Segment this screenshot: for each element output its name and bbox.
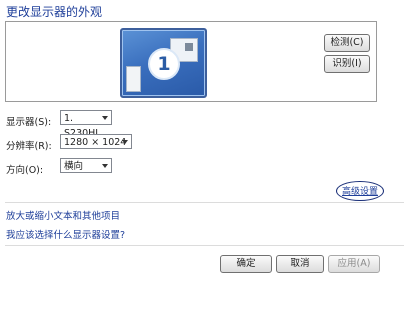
monitor-1-icon[interactable]: 1 [120,28,207,98]
orientation-select[interactable]: 横向 [60,158,112,173]
page-title: 更改显示器的外观 [6,5,103,19]
display-label: 显示器(S): [6,117,52,128]
document-thumbnail-icon [126,66,141,92]
orientation-label: 方向(O): [6,165,44,176]
help-link[interactable]: 我应该选择什么显示器设置? [6,227,125,241]
chevron-down-icon [102,164,108,168]
apply-button[interactable]: 应用(A) [328,255,380,273]
display-settings-page: 更改显示器的外观 1 检测(C) 识别(I) 显示器(S): 1. S230HL… [0,0,404,331]
chevron-down-icon [102,116,108,120]
identify-button[interactable]: 识别(I) [324,55,370,73]
resolution-label: 分辨率(R): [6,141,52,152]
display-select[interactable]: 1. S230HL [60,110,112,139]
text-size-link[interactable]: 放大或缩小文本和其他项目 [6,208,120,222]
advanced-settings-link[interactable]: 高级设置 [340,183,380,201]
resolution-select[interactable]: 1280 × 1024 [60,134,132,149]
divider [5,202,404,203]
monitor-number-badge: 1 [148,48,180,80]
orientation-select-value: 横向 [64,161,84,172]
resolution-select-value: 1280 × 1024 [64,137,127,148]
chevron-down-icon [122,140,128,144]
ok-button[interactable]: 确定 [220,255,272,273]
divider [5,245,404,246]
monitor-preview-area: 1 检测(C) 识别(I) [5,21,377,102]
cancel-button[interactable]: 取消 [276,255,324,273]
detect-button[interactable]: 检测(C) [324,34,370,52]
